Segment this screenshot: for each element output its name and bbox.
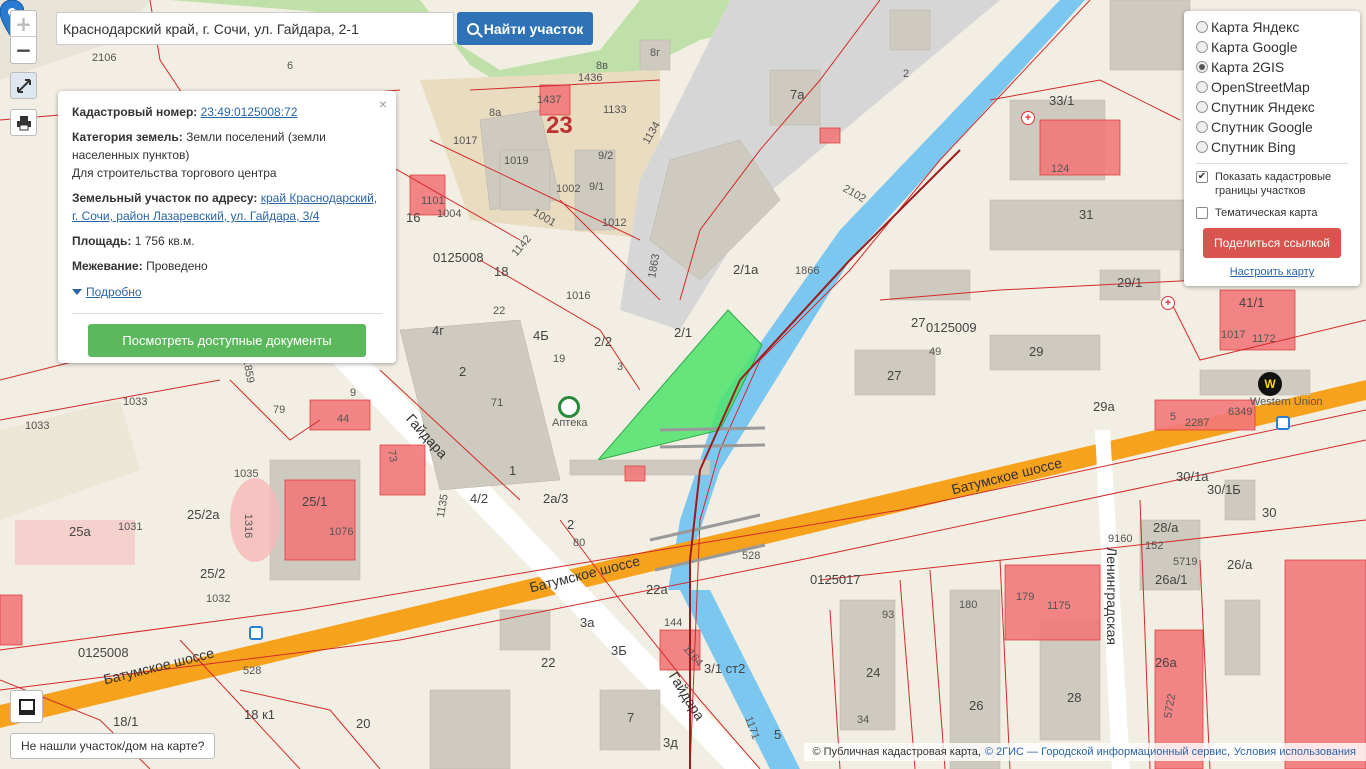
radio-selected-icon [1196,61,1208,73]
area-value: 1 756 кв.м. [134,234,195,248]
basemap-option-label: Карта Google [1211,39,1298,55]
category-row: Категория земель: Земли поселений (земли… [72,128,382,182]
cadastral-number-link[interactable]: 23:49:0125008:72 [201,105,298,119]
close-icon[interactable]: × [379,95,387,113]
radio-icon [1196,21,1208,33]
bus-stop-icon[interactable] [1276,416,1290,430]
basemap-option-label: Карта 2GIS [1211,59,1285,75]
zoom-out-button[interactable]: − [11,37,36,63]
address-label: Земельный участок по адресу: [72,191,258,205]
printer-icon [16,115,31,130]
basemap-option[interactable]: Спутник Яндекс [1196,97,1348,117]
terms-link[interactable]: Условия использования [1234,746,1356,758]
radio-icon [1196,41,1208,53]
basemap-option-label: Спутник Яндекс [1211,99,1315,115]
layers-panel: Карта Яндекс Карта Google Карта 2GIS OpenSt… [1184,11,1360,286]
print-button[interactable] [10,109,37,136]
survey-row: Межевание: Проведено [72,257,382,275]
basemap-option-label: OpenStreetMap [1211,79,1310,95]
attribution-prefix: © Публичная кадастровая карта, [812,746,981,758]
category-purpose: Для строительства торгового центра [72,166,277,180]
basemap-option-label: Спутник Google [1211,119,1313,135]
zoom-in-button[interactable]: + [11,11,36,37]
basemap-option[interactable]: Спутник Bing [1196,137,1348,157]
survey-value: Проведено [146,259,208,273]
expand-icon [16,78,31,93]
radio-icon [1196,141,1208,153]
basemap-option[interactable]: Спутник Google [1196,117,1348,137]
basemap-option-label: Спутник Bing [1211,139,1296,155]
find-parcel-button[interactable]: Найти участок [457,12,593,45]
radio-icon [1196,121,1208,133]
category-label: Категория земель: [72,130,183,144]
address-row: Земельный участок по адресу: край Красно… [72,189,382,225]
share-link-button[interactable]: Поделиться ссылкой [1203,228,1341,258]
parcel-info-popup: × Кадастровый номер: 23:49:0125008:72 Ка… [58,91,396,363]
western-union-icon[interactable]: W [1258,372,1282,396]
thematic-map-checkbox[interactable]: Тематическая карта [1196,206,1348,220]
chevron-down-icon [72,289,82,295]
survey-label: Межевание: [72,259,143,273]
area-label: Площадь: [72,234,132,248]
medical-icon[interactable]: + [1161,296,1175,310]
medical-icon[interactable]: + [1021,111,1035,125]
basemap-option[interactable]: Карта Google [1196,37,1348,57]
checkbox-icon [1196,207,1208,219]
basemap-option-label: Карта Яндекс [1211,19,1300,35]
expand-button[interactable] [10,72,37,99]
radio-icon [1196,101,1208,113]
basemap-option[interactable]: Карта Яндекс [1196,17,1348,37]
show-borders-checkbox[interactable]: ✔ Показать кадастровые границы участков [1196,170,1348,198]
divider [1196,163,1348,164]
configure-map-link[interactable]: Настроить карту [1196,266,1348,278]
not-found-button[interactable]: Не нашли участок/дом на карте? [10,733,216,759]
cadastral-label: Кадастровый номер: [72,105,198,119]
divider [72,313,382,314]
pharmacy-icon[interactable] [558,396,580,418]
area-row: Площадь: 1 756 кв.м. [72,232,382,250]
details-link[interactable]: Подробно [72,283,142,301]
checkbox-checked-icon: ✔ [1196,171,1208,183]
bus-stop-icon[interactable] [249,626,263,640]
thematic-label: Тематическая карта [1215,207,1318,219]
search-input[interactable] [56,12,454,45]
basemap-option[interactable]: OpenStreetMap [1196,77,1348,97]
layout-toggle-button[interactable] [10,690,43,723]
frame-icon [18,698,35,715]
zoom-control: + − [10,10,37,64]
cadastral-row: Кадастровый номер: 23:49:0125008:72 [72,103,382,121]
basemap-options: Карта Яндекс Карта Google Карта 2GIS OpenSt… [1196,17,1348,157]
view-documents-button[interactable]: Посмотреть доступные документы [88,324,366,357]
find-parcel-button-label: Найти участок [483,20,584,37]
search-icon [466,22,479,35]
details-link-label: Подробно [86,285,142,299]
basemap-option[interactable]: Карта 2GIS [1196,57,1348,77]
show-borders-label: Показать кадастровые границы участков [1215,171,1332,197]
radio-icon [1196,81,1208,93]
attribution-2gis-link[interactable]: © 2ГИС — Городской информационный сервис… [985,746,1230,758]
attribution: © Публичная кадастровая карта, © 2ГИС — … [804,743,1366,761]
